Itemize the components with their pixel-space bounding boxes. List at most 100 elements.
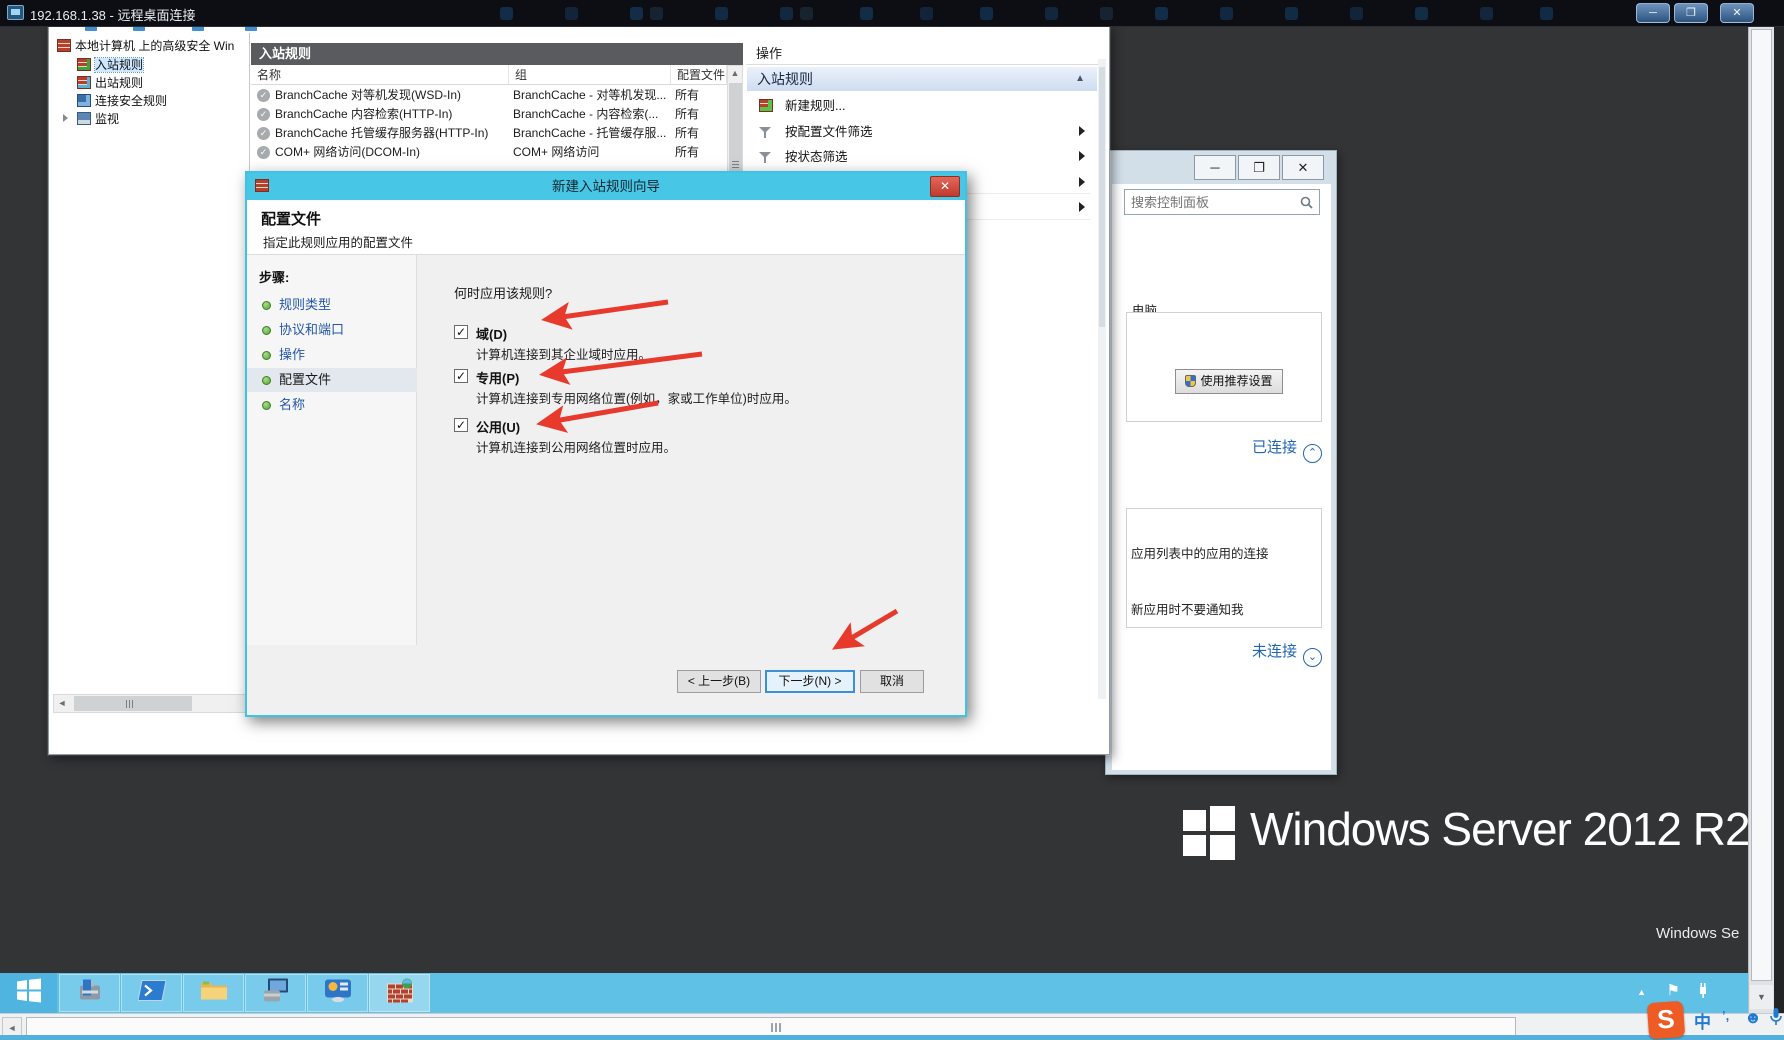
new-rule-icon <box>759 99 773 112</box>
scrollbar-thumb[interactable] <box>26 1017 1516 1037</box>
rdp-close-button[interactable]: ✕ <box>1720 3 1754 23</box>
sogou-ime-bar: S 中 ’, ☻ <box>1646 1000 1784 1040</box>
taskbar-server-manager[interactable] <box>59 974 120 1012</box>
taskbar-admin-tools[interactable] <box>245 974 306 1012</box>
step-action[interactable]: 操作 <box>247 343 417 367</box>
tree-item-connection-security-rules[interactable]: 连接安全规则 <box>77 92 167 110</box>
taskbar: ▲ ⚑ <box>0 973 1784 1013</box>
checkbox-private[interactable]: ✓ <box>454 369 468 383</box>
wizard-firewall-icon <box>255 179 269 192</box>
filter-icon <box>759 151 771 163</box>
network-plug-icon[interactable] <box>1696 981 1710 1004</box>
ime-emoji-icon[interactable]: ☻ <box>1744 1008 1762 1028</box>
column-header-name[interactable]: 名称 <box>251 65 509 85</box>
option-domain-label[interactable]: 域(D) <box>476 324 507 343</box>
expander-icon[interactable] <box>63 114 68 122</box>
window-bottom-border <box>0 1035 1784 1040</box>
submenu-arrow-icon <box>1079 202 1085 212</box>
control-panel-window: ─ ❐ ✕ 电脑。 使用推荐设置 已连接⌃ 应用列表中的应用的连接 新应用时不要… <box>1105 150 1337 775</box>
firewall-wall-icon <box>386 978 414 1009</box>
control-panel-icon <box>324 979 352 1008</box>
steps-label: 步骤: <box>259 270 290 285</box>
option-private-desc: 计算机连接到专用网络位置(例如，家或工作单位)时应用。 <box>476 392 797 406</box>
ime-punctuation-toggle[interactable]: ’, <box>1722 1008 1729 1023</box>
search-input[interactable] <box>1131 191 1299 213</box>
rdp-titlebar-ghost-icons <box>500 7 513 20</box>
ime-mic-icon[interactable] <box>1770 1008 1782 1031</box>
scrollbar-thumb[interactable] <box>1751 29 1772 981</box>
actions-section-header[interactable]: 入站规则 ▲ <box>747 67 1097 91</box>
rdp-minimize-button[interactable]: ─ <box>1636 3 1670 23</box>
rule-row[interactable]: ✓ COM+ 网络访问(DCOM-In) COM+ 网络访问 所有 <box>251 143 727 162</box>
scroll-up-icon[interactable]: ▲ <box>728 66 742 81</box>
taskbar-file-explorer[interactable] <box>183 974 244 1012</box>
collapse-icon[interactable]: ▲ <box>1075 67 1085 91</box>
filter-icon <box>759 126 771 138</box>
chevron-down-icon[interactable]: ⌄ <box>1303 648 1322 667</box>
step-name[interactable]: 名称 <box>247 393 417 417</box>
wizard-question: 何时应用该规则? <box>454 286 553 301</box>
rule-row[interactable]: ✓ BranchCache 对等机发现(WSD-In) BranchCache … <box>251 86 727 105</box>
column-header-group[interactable]: 组 <box>509 65 671 85</box>
file-explorer-icon <box>200 980 228 1007</box>
scroll-left-icon[interactable]: ◄ <box>54 695 70 712</box>
cpl-close-button[interactable]: ✕ <box>1282 155 1324 180</box>
step-bullet-icon <box>262 326 271 335</box>
option-public-label[interactable]: 公用(U) <box>476 417 520 436</box>
connected-section-header[interactable]: 已连接 ⌃ <box>1126 436 1322 463</box>
action-filter-by-profile[interactable]: 按配置文件筛选 <box>747 121 1095 143</box>
wizard-title-bar[interactable]: 新建入站规则向导 ✕ <box>247 173 965 200</box>
step-rule-type[interactable]: 规则类型 <box>247 293 417 317</box>
disconnected-section-header[interactable]: 未连接 ⌄ <box>1126 640 1322 667</box>
cpl-minimize-button[interactable]: ─ <box>1194 155 1236 180</box>
wizard-heading: 配置文件 <box>261 211 322 228</box>
scroll-left-icon[interactable]: ◄ <box>2 1017 22 1037</box>
checkbox-public[interactable]: ✓ <box>454 418 468 432</box>
scrollbar-thumb[interactable] <box>74 696 192 711</box>
ime-language-toggle[interactable]: 中 <box>1694 1008 1711 1033</box>
tree-root-firewall[interactable]: 本地计算机 上的高级安全 Win <box>57 37 247 55</box>
uac-shield-icon <box>1185 375 1197 387</box>
cancel-button[interactable]: 取消 <box>860 670 924 693</box>
action-new-rule[interactable]: 新建规则... <box>747 95 1095 117</box>
chevron-up-icon[interactable]: ⌃ <box>1303 444 1322 463</box>
taskbar-powershell[interactable] <box>121 974 182 1012</box>
step-bullet-icon <box>262 376 271 385</box>
checkbox-domain[interactable]: ✓ <box>454 325 468 339</box>
back-button[interactable]: < 上一步(B) <box>677 670 761 693</box>
cpl-groupbox: 应用列表中的应用的连接 新应用时不要通知我 <box>1126 508 1322 628</box>
server-brand-text: Windows Server 2012 R2 <box>1250 803 1751 855</box>
monitoring-icon <box>77 112 91 125</box>
search-box[interactable] <box>1124 189 1320 215</box>
action-filter-by-state[interactable]: 按状态筛选 <box>747 146 1095 168</box>
actions-scrollbar[interactable] <box>1098 59 1106 699</box>
step-profile[interactable]: 配置文件 <box>247 368 417 392</box>
taskbar-windows-firewall[interactable] <box>369 974 430 1012</box>
rule-row[interactable]: ✓ BranchCache 内容检索(HTTP-In) BranchCache … <box>251 105 727 124</box>
tree-item-monitoring[interactable]: 监视 <box>63 110 119 128</box>
option-domain-desc: 计算机连接到其企业域时应用。 <box>476 348 652 362</box>
firewall-icon <box>57 39 71 52</box>
step-bullet-icon <box>262 351 271 360</box>
option-private-label[interactable]: 专用(P) <box>476 368 519 387</box>
tree-item-outbound-rules[interactable]: 出站规则 <box>77 74 143 92</box>
column-header-profile[interactable]: 配置文件 <box>671 65 727 85</box>
use-recommended-settings-button[interactable]: 使用推荐设置 <box>1175 369 1283 394</box>
action-center-flag-icon[interactable]: ⚑ <box>1667 981 1680 999</box>
wizard-header: 配置文件 指定此规则应用的配置文件 <box>247 200 965 255</box>
next-button[interactable]: 下一步(N) > <box>765 670 855 693</box>
taskbar-control-panel[interactable] <box>307 974 368 1012</box>
tree-item-inbound-rules[interactable]: 入站规则 <box>77 56 145 74</box>
connection-security-icon <box>77 94 91 107</box>
cpl-maximize-button[interactable]: ❐ <box>1238 155 1280 180</box>
rdp-maximize-button[interactable]: ❐ <box>1674 3 1708 23</box>
wizard-close-button[interactable]: ✕ <box>930 176 960 197</box>
rdp-v-scrollbar[interactable]: ▼ <box>1748 27 1774 1013</box>
rule-row[interactable]: ✓ BranchCache 托管缓存服务器(HTTP-In) BranchCac… <box>251 124 727 143</box>
admin-tools-icon <box>262 978 290 1009</box>
show-hidden-icons[interactable]: ▲ <box>1637 987 1646 997</box>
option-public-desc: 计算机连接到公用网络位置时应用。 <box>476 441 677 455</box>
step-protocol-ports[interactable]: 协议和端口 <box>247 318 417 342</box>
sogou-logo-icon[interactable]: S <box>1646 1000 1686 1040</box>
start-button[interactable] <box>0 973 57 1013</box>
